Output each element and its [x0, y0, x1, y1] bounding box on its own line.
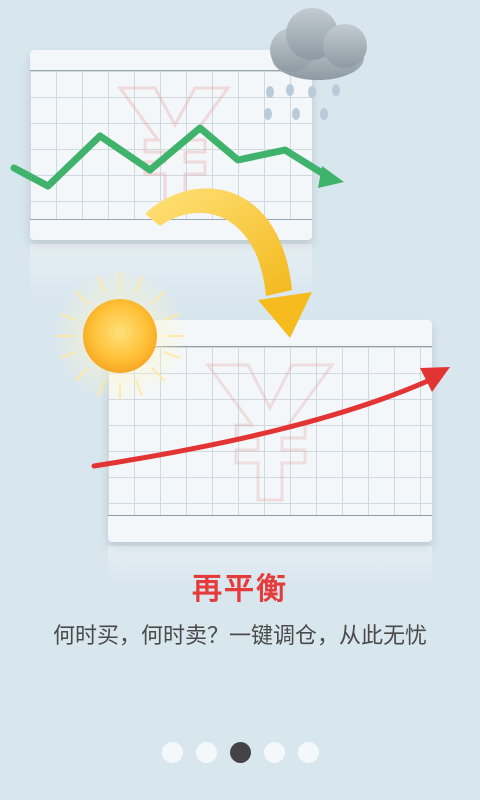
- sun-icon: [52, 268, 188, 404]
- page-indicator: [0, 742, 480, 763]
- rain-cloud-icon: [264, 8, 367, 120]
- illustration-art: [10, 8, 450, 502]
- page-subtitle: 何时买，何时卖？一键调仓，从此无忧: [52, 624, 427, 649]
- page-dot[interactable]: [161, 742, 183, 763]
- page-dot[interactable]: [297, 742, 319, 763]
- trend-down-arrow-icon: [10, 124, 344, 190]
- page-dot-active[interactable]: [229, 742, 251, 763]
- yuan-symbol-icon: [117, 86, 231, 202]
- page-title: 再平衡: [192, 572, 288, 607]
- page-dot[interactable]: [195, 742, 217, 763]
- page-dot[interactable]: [263, 742, 285, 763]
- onboarding-illustration: [0, 0, 480, 586]
